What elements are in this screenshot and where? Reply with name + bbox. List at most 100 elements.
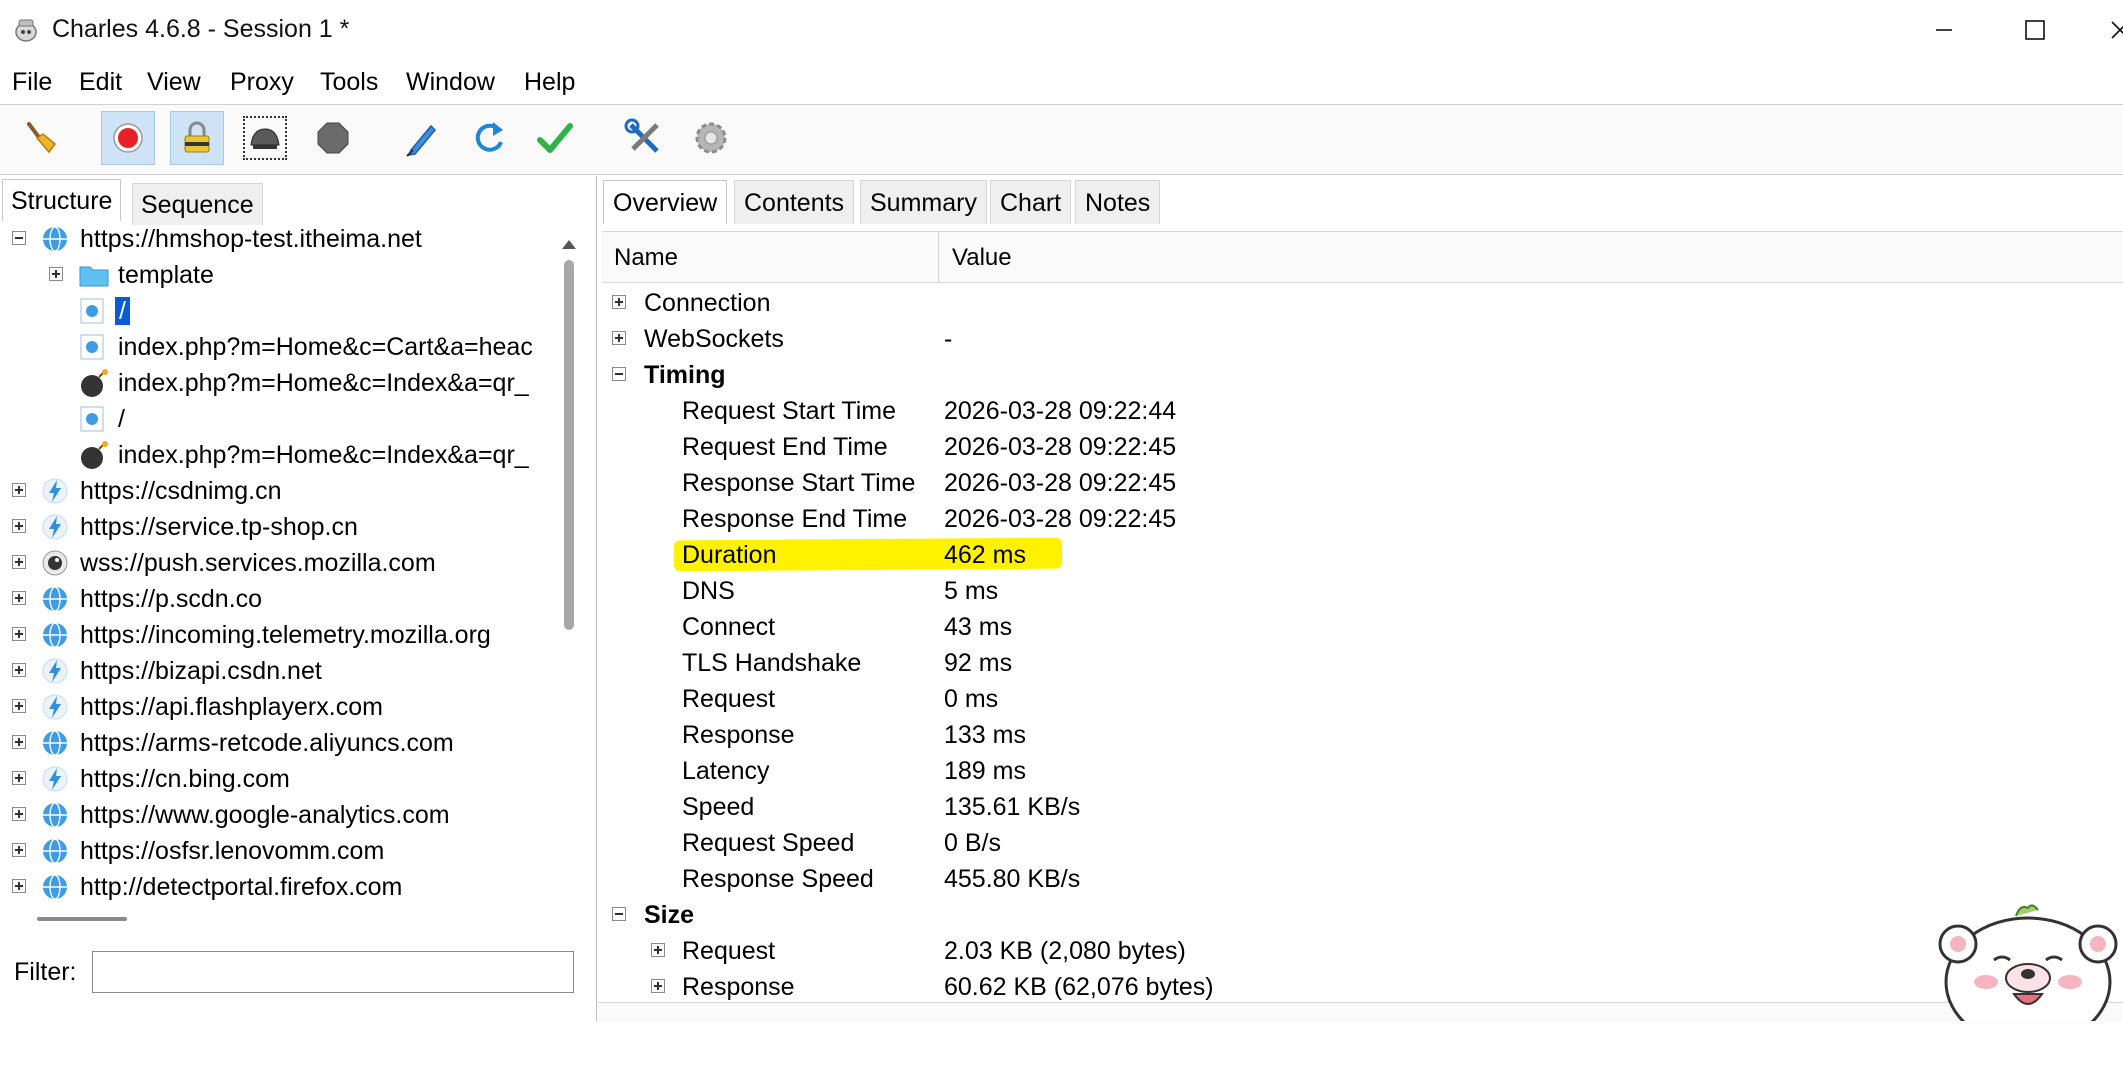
throttle-icon[interactable] bbox=[243, 116, 287, 160]
tree-horizontal-scroll-thumb[interactable] bbox=[37, 917, 127, 921]
tab-summary[interactable]: Summary bbox=[860, 180, 987, 224]
overview-row-request-speed[interactable]: Request Speed 0 B/s bbox=[598, 825, 2118, 861]
overview-row-response-speed[interactable]: Response Speed 455.80 KB/s bbox=[598, 861, 2118, 897]
tree-row-host[interactable]: https://bizapi.csdn.net bbox=[0, 653, 555, 689]
overview-row-connection[interactable]: Connection bbox=[598, 285, 2118, 321]
tree-row-request[interactable]: / bbox=[0, 293, 555, 329]
tools-icon[interactable] bbox=[617, 111, 671, 165]
bomb-icon bbox=[79, 441, 108, 469]
websocket-icon bbox=[41, 549, 69, 577]
overview-row-size-response[interactable]: Response 60.62 KB (62,076 bytes) bbox=[598, 969, 2118, 1005]
record-icon[interactable] bbox=[101, 111, 155, 165]
overview-row-duration[interactable]: Duration 462 ms bbox=[598, 537, 2118, 573]
overview-row-size-request[interactable]: Request 2.03 KB (2,080 bytes) bbox=[598, 933, 2118, 969]
overview-row-request-end[interactable]: Request End Time 2026-03-28 09:22:45 bbox=[598, 429, 2118, 465]
scroll-up-icon[interactable] bbox=[562, 240, 576, 249]
tree-row-request[interactable]: index.php?m=Home&c=Index&a=qr_ bbox=[0, 437, 555, 473]
globe-icon bbox=[41, 801, 69, 829]
expand-icon[interactable] bbox=[612, 331, 626, 345]
expand-icon[interactable] bbox=[12, 735, 26, 749]
broom-icon[interactable] bbox=[12, 111, 66, 165]
collapse-icon[interactable] bbox=[612, 907, 626, 921]
menu-window[interactable]: Window bbox=[406, 68, 495, 97]
menu-help[interactable]: Help bbox=[524, 68, 575, 97]
tree-row-host[interactable]: https://hmshop-test.itheima.net bbox=[0, 225, 555, 257]
expand-icon[interactable] bbox=[651, 943, 665, 957]
tree-row-request[interactable]: index.php?m=Home&c=Index&a=qr_ bbox=[0, 365, 555, 401]
collapse-icon[interactable] bbox=[12, 231, 26, 245]
tree-row-host[interactable]: https://www.google-analytics.com bbox=[0, 797, 555, 833]
menu-view[interactable]: View bbox=[147, 68, 201, 97]
tab-chart[interactable]: Chart bbox=[990, 180, 1072, 224]
menu-edit[interactable]: Edit bbox=[79, 68, 122, 97]
overview-row-connect[interactable]: Connect 43 ms bbox=[598, 609, 2118, 645]
tree-row-host[interactable]: https://service.tp-shop.cn bbox=[0, 509, 555, 545]
validate-icon[interactable] bbox=[528, 111, 582, 165]
expand-icon[interactable] bbox=[612, 295, 626, 309]
overview-row-response-end[interactable]: Response End Time 2026-03-28 09:22:45 bbox=[598, 501, 2118, 537]
tree-row-request[interactable]: / bbox=[0, 401, 555, 437]
menu-tools[interactable]: Tools bbox=[320, 68, 378, 97]
overview-row-tls-handshake[interactable]: TLS Handshake 92 ms bbox=[598, 645, 2118, 681]
breakpoint-icon[interactable] bbox=[306, 111, 360, 165]
tree-label: https://osfsr.lenovomm.com bbox=[80, 837, 385, 865]
tab-overview[interactable]: Overview bbox=[603, 180, 728, 224]
menu-proxy[interactable]: Proxy bbox=[230, 68, 294, 97]
tree-row-folder[interactable]: template bbox=[0, 257, 555, 293]
overview-row-timing[interactable]: Timing bbox=[598, 357, 2118, 393]
tree-row-host[interactable]: wss://push.services.mozilla.com bbox=[0, 545, 555, 581]
expand-icon[interactable] bbox=[12, 843, 26, 857]
tab-sequence[interactable]: Sequence bbox=[132, 183, 263, 225]
expand-icon[interactable] bbox=[12, 699, 26, 713]
tab-contents[interactable]: Contents bbox=[734, 180, 855, 224]
settings-icon[interactable] bbox=[684, 111, 738, 165]
tree-scroll-thumb[interactable] bbox=[564, 260, 574, 630]
overview-row-websockets[interactable]: WebSockets - bbox=[598, 321, 2118, 357]
tree-row-host[interactable]: https://incoming.telemetry.mozilla.org bbox=[0, 617, 555, 653]
tree-row-host[interactable]: https://csdnimg.cn bbox=[0, 473, 555, 509]
expand-icon[interactable] bbox=[12, 771, 26, 785]
overview-row-size[interactable]: Size bbox=[598, 897, 2118, 933]
compose-icon[interactable] bbox=[394, 111, 448, 165]
globe-icon bbox=[41, 621, 69, 649]
tab-structure[interactable]: Structure bbox=[2, 179, 122, 221]
overview-row-request[interactable]: Request 0 ms bbox=[598, 681, 2118, 717]
expand-icon[interactable] bbox=[12, 807, 26, 821]
tree-row-host[interactable]: https://arms-retcode.aliyuncs.com bbox=[0, 725, 555, 761]
column-divider[interactable] bbox=[938, 232, 939, 282]
ssl-proxying-icon[interactable] bbox=[170, 111, 224, 165]
filter-input[interactable] bbox=[92, 951, 574, 993]
menu-file[interactable]: File bbox=[12, 68, 52, 97]
column-value[interactable]: Value bbox=[952, 244, 1012, 272]
expand-icon[interactable] bbox=[12, 483, 26, 497]
overview-row-dns[interactable]: DNS 5 ms bbox=[598, 573, 2118, 609]
expand-icon[interactable] bbox=[12, 519, 26, 533]
overview-row-latency[interactable]: Latency 189 ms bbox=[598, 753, 2118, 789]
tab-notes[interactable]: Notes bbox=[1075, 180, 1161, 224]
collapse-icon[interactable] bbox=[612, 367, 626, 381]
tree-row-host[interactable]: http://detectportal.firefox.com bbox=[0, 869, 555, 905]
tree-row-host[interactable]: https://cn.bing.com bbox=[0, 761, 555, 797]
expand-icon[interactable] bbox=[12, 555, 26, 569]
expand-icon[interactable] bbox=[651, 979, 665, 993]
tree-row-host[interactable]: https://p.scdn.co bbox=[0, 581, 555, 617]
row-name: Response bbox=[682, 973, 795, 1001]
overview-row-request-start[interactable]: Request Start Time 2026-03-28 09:22:44 bbox=[598, 393, 2118, 429]
tree-row-host[interactable]: https://osfsr.lenovomm.com bbox=[0, 833, 555, 869]
expand-icon[interactable] bbox=[49, 267, 63, 281]
overview-row-response[interactable]: Response 133 ms bbox=[598, 717, 2118, 753]
expand-icon[interactable] bbox=[12, 879, 26, 893]
row-value: 455.80 KB/s bbox=[944, 865, 1081, 893]
repeat-icon[interactable] bbox=[462, 111, 516, 165]
overview-row-response-start[interactable]: Response Start Time 2026-03-28 09:22:45 bbox=[598, 465, 2118, 501]
minimize-icon[interactable] bbox=[1914, 8, 1974, 52]
maximize-icon[interactable] bbox=[2005, 8, 2065, 52]
expand-icon[interactable] bbox=[12, 663, 26, 677]
close-icon[interactable] bbox=[2100, 8, 2123, 52]
tree-row-host[interactable]: https://api.flashplayerx.com bbox=[0, 689, 555, 725]
column-name[interactable]: Name bbox=[614, 244, 678, 272]
expand-icon[interactable] bbox=[12, 627, 26, 641]
tree-row-request[interactable]: index.php?m=Home&c=Cart&a=heac bbox=[0, 329, 555, 365]
expand-icon[interactable] bbox=[12, 591, 26, 605]
overview-row-speed[interactable]: Speed 135.61 KB/s bbox=[598, 789, 2118, 825]
